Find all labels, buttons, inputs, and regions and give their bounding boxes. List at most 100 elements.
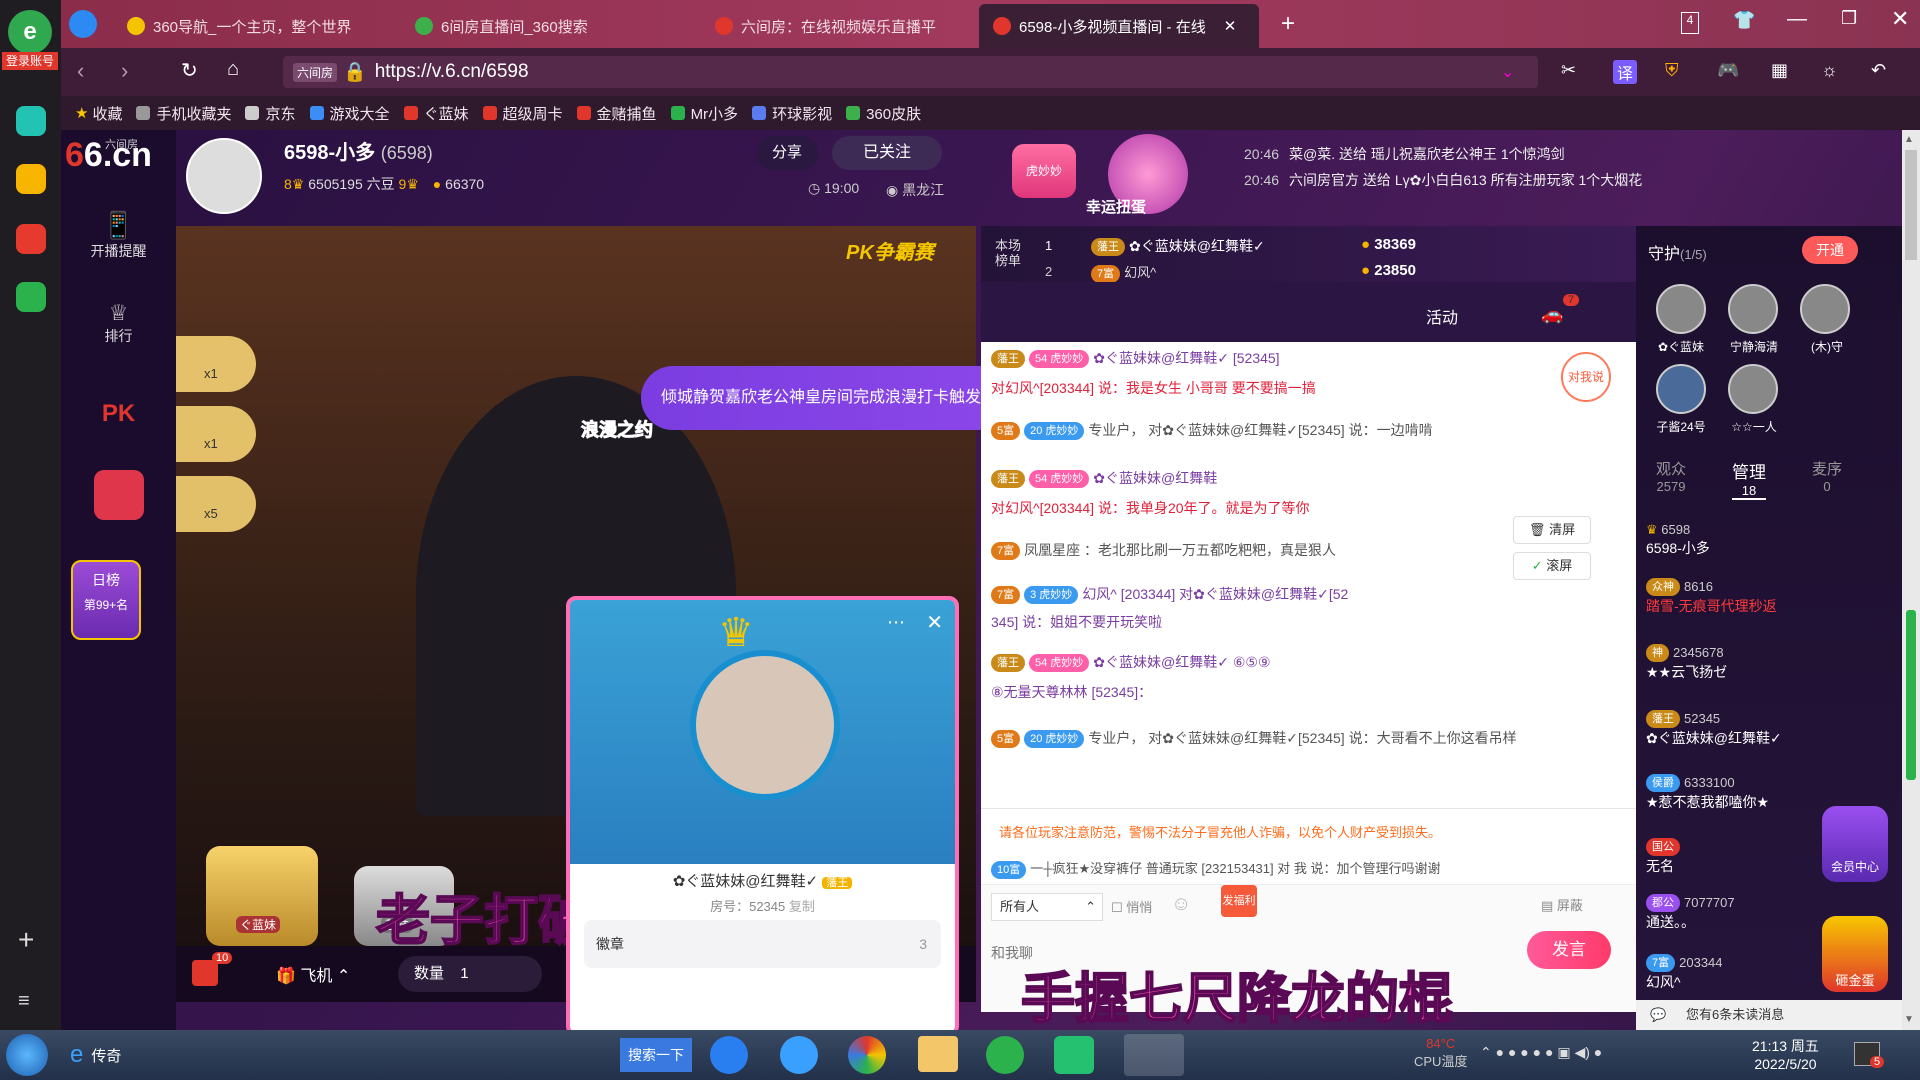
scroll-thumb[interactable] [1905, 150, 1917, 260]
whisper-checkbox[interactable]: ☐ 悄悄 [1111, 897, 1152, 916]
tab-activity[interactable]: 活动 [1426, 304, 1458, 328]
taskbar-ie-icon[interactable] [780, 1036, 818, 1074]
emoji-icon[interactable]: ☺ [1171, 893, 1191, 916]
weibo-icon[interactable] [16, 224, 46, 254]
taskbar-360-icon[interactable] [986, 1036, 1024, 1074]
translate-icon[interactable]: 译 [1613, 60, 1638, 84]
bookmark-games[interactable]: 游戏大全 [309, 103, 390, 124]
gift-box-icon[interactable] [192, 960, 218, 986]
lucky-bag-button[interactable]: 发福利 [1221, 885, 1257, 917]
home-icon[interactable]: ⌂ [227, 58, 239, 81]
share-button[interactable]: 分享 [756, 136, 818, 170]
scroll-down-icon[interactable]: ▼ [1904, 1014, 1914, 1025]
nav-live-remind[interactable]: 📱 开播提醒 [61, 210, 176, 261]
url-field[interactable]: 六间房 🔒 https://v.6.cn/6598 [283, 56, 1538, 88]
close-window-icon[interactable]: ✕ [1891, 6, 1909, 32]
shield-button[interactable]: ▤ 屏蔽 [1541, 895, 1583, 914]
tab-mic-queue[interactable]: 麦序 0 [1812, 458, 1842, 494]
apps-grid-icon[interactable]: ▦ [1771, 60, 1788, 81]
taskbar-k-app-icon[interactable] [710, 1036, 748, 1074]
tab-360-nav[interactable]: 360导航_一个主页，整个世界 [113, 4, 395, 48]
quantity-field[interactable]: 数量 1 [398, 956, 542, 992]
tray-icons[interactable]: ⌃ ● ● ● ● ● ▣ ◀) ● [1480, 1044, 1602, 1061]
undo-icon[interactable]: ↶ [1871, 60, 1886, 81]
minimize-icon[interactable]: — [1787, 8, 1807, 31]
profile-avatar[interactable] [690, 650, 840, 800]
nav-ranking[interactable]: ♕ 排行 [61, 300, 176, 346]
taskbar-search-button[interactable]: 搜索一下 [620, 1038, 692, 1072]
bookmark-mrxiaoduo[interactable]: Mr小多 [670, 103, 738, 124]
mail-icon[interactable] [16, 282, 46, 312]
scroll-up-icon[interactable]: ▲ [1904, 134, 1914, 145]
clock[interactable]: 21:13 周五 2022/5/20 [1752, 1036, 1819, 1072]
cut-icon[interactable]: ✂ [1561, 60, 1576, 81]
live-promo-icon[interactable] [61, 470, 176, 520]
navigation-icon[interactable] [69, 10, 97, 38]
medal-row[interactable]: 徽章 3 [584, 920, 941, 968]
member-item[interactable]: ♛ 6598 6598-小多 [1646, 522, 1892, 558]
brightness-icon[interactable]: ☼ [1821, 60, 1838, 81]
rank-label[interactable]: 本场榜单 [995, 238, 1031, 268]
daily-rank-badge[interactable]: 日榜 第99+名 [71, 560, 141, 640]
guard-avatar[interactable] [1656, 364, 1706, 414]
scroll-screen-button[interactable]: ✓ 滚屏 [1513, 552, 1591, 580]
taskbar-app-ie[interactable]: e 传奇 [70, 1038, 620, 1072]
add-icon[interactable]: + [18, 924, 34, 956]
member-center-button[interactable]: 会员中心 [1822, 806, 1888, 882]
close-tab-icon[interactable]: ✕ [1224, 17, 1237, 35]
send-button[interactable]: 发言 [1527, 931, 1611, 969]
car-icon[interactable]: 🚗 [1541, 304, 1563, 325]
taskbar-player-icon[interactable] [1054, 1036, 1094, 1074]
golden-egg-button[interactable]: 砸金蛋 [1822, 916, 1888, 992]
more-icon[interactable]: ⋯ [887, 612, 905, 633]
back-icon[interactable]: ‹ [77, 58, 84, 84]
favorites-star-icon[interactable] [16, 164, 46, 194]
bookmark-jd[interactable]: 京东 [245, 103, 296, 124]
clear-screen-button[interactable]: 🗑 清屏 [1513, 516, 1591, 544]
login-button[interactable]: 登录账号 [2, 52, 58, 70]
shield-icon[interactable]: ⛨ [1665, 60, 1679, 81]
gift-selector[interactable]: 🎁 飞机 ⌃ [276, 962, 350, 986]
taskbar-game-icon[interactable] [1124, 1034, 1184, 1076]
skin-icon[interactable]: 👕 [1733, 10, 1755, 31]
taskbar-folder-icon[interactable] [918, 1036, 958, 1072]
bookmark-video[interactable]: 环球影视 [752, 103, 832, 124]
member-item[interactable]: 神 2345678 ★★云飞扬ゼ [1646, 644, 1892, 682]
unread-messages[interactable]: 💬 您有6条未读消息 [1636, 1000, 1902, 1030]
360-browser-logo-icon[interactable]: e [8, 10, 52, 54]
maximize-icon[interactable]: ❐ [1841, 8, 1857, 29]
pk-icon[interactable]: PK [61, 400, 176, 428]
tiger-badge[interactable]: 虎妙妙 [1012, 144, 1076, 198]
forward-icon[interactable]: › [121, 58, 128, 84]
bookmark-lanmei[interactable]: ぐ蓝妹 [403, 103, 469, 124]
bookmark-weekly[interactable]: 超级周卡 [482, 103, 563, 124]
guard-avatar[interactable] [1800, 284, 1850, 334]
tab-managers[interactable]: 管理 18 [1732, 458, 1766, 500]
guard-avatar[interactable] [1728, 364, 1778, 414]
member-item[interactable]: 众神 8616 踏雪-无痕哥代理秒返 [1646, 578, 1892, 616]
chat-target-select[interactable]: 所有人 ⌃ [991, 893, 1103, 921]
open-guard-button[interactable]: 开通 [1802, 236, 1858, 264]
reload-icon[interactable]: ↻ [181, 58, 198, 83]
bookmark-mobile[interactable]: 手机收藏夹 [136, 103, 231, 124]
copy-link[interactable]: 复制 [789, 899, 815, 914]
bookmark-fishing[interactable]: 金赌捕鱼 [576, 103, 657, 124]
member-item[interactable]: 藩王 52345 ✿ぐ蓝妹妹@红舞鞋✓ [1646, 710, 1892, 748]
tab-count-icon[interactable]: 4 [1681, 12, 1699, 34]
rank-entry[interactable]: 7富 幻风^ [1091, 262, 1156, 283]
page-scrollbar[interactable]: ▲ ▼ [1902, 130, 1920, 1030]
host-avatar[interactable] [186, 138, 262, 214]
menu-list-icon[interactable]: ≡ [18, 990, 30, 1013]
start-button-icon[interactable] [6, 1034, 48, 1076]
guard-avatar[interactable] [1728, 284, 1778, 334]
tab-audience[interactable]: 观众 2579 [1656, 458, 1686, 494]
bookmark-favorites[interactable]: ★ 收藏 [75, 103, 122, 124]
taskbar-chrome-icon[interactable] [848, 1036, 886, 1074]
tab-360-search[interactable]: 6间房直播间_360搜索 [401, 4, 701, 48]
url-dropdown-icon[interactable]: ⌄ [1501, 62, 1514, 82]
guard-avatar[interactable] [1656, 284, 1706, 334]
rank-entry[interactable]: 藩王 ✿ぐ蓝妹妹@红舞鞋✓ [1091, 236, 1265, 257]
followed-button[interactable]: 已关注 [832, 136, 942, 170]
sidebar-app-icon[interactable] [16, 106, 46, 136]
tab-6cn-home[interactable]: 六间房：在线视频娱乐直播平 [701, 4, 991, 48]
